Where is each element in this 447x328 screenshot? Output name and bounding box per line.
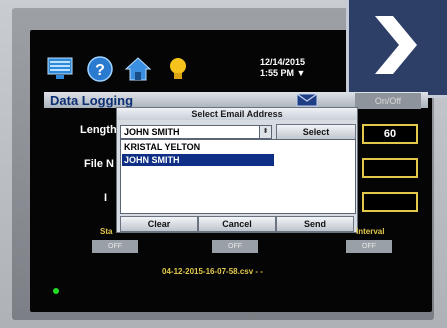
- select-button[interactable]: Select: [276, 124, 356, 140]
- start-toggle[interactable]: OFF: [92, 240, 138, 253]
- status-led: [53, 288, 59, 294]
- on-off-toggle[interactable]: On/Off: [355, 93, 421, 109]
- datetime-display: 12/14/2015 1:55 PM ▼: [260, 57, 305, 79]
- email-listbox[interactable]: KRISTAL YELTON JOHN SMITH: [120, 139, 356, 214]
- help-icon[interactable]: ?: [86, 55, 114, 83]
- send-button[interactable]: Send: [276, 216, 354, 232]
- page-title: Data Logging: [50, 93, 134, 108]
- svg-text:?: ?: [95, 62, 105, 79]
- length-input[interactable]: 60: [362, 124, 418, 144]
- lightbulb-icon[interactable]: [164, 55, 192, 83]
- interval-label: Interval: [356, 227, 385, 236]
- date-text: 12/14/2015: [260, 57, 306, 67]
- corner-badge[interactable]: [346, 0, 447, 98]
- current-filename: 04-12-2015-16-07-58.csv - -: [162, 267, 263, 276]
- time-text[interactable]: 1:55 PM ▼: [260, 68, 305, 79]
- file-name-input[interactable]: [362, 158, 418, 178]
- dialog-title: Select Email Address: [117, 108, 357, 120]
- clear-button[interactable]: Clear: [120, 216, 198, 232]
- list-item-john-smith[interactable]: JOHN SMITH: [122, 154, 274, 166]
- file-name-label: File N: [84, 158, 114, 170]
- home-icon[interactable]: [124, 55, 152, 83]
- combobox-value: JOHN SMITH: [124, 127, 180, 137]
- chevron-right-icon: [375, 16, 417, 74]
- interval-field-label: I: [104, 192, 108, 204]
- dialog-button-bar: Clear Cancel Send: [120, 216, 354, 232]
- interval-toggle[interactable]: OFF: [346, 240, 392, 253]
- chevron-down-icon[interactable]: ⬍: [259, 126, 271, 138]
- monitor-icon[interactable]: [46, 55, 74, 83]
- start-label: Sta: [100, 227, 113, 236]
- list-item-kristal-yelton[interactable]: KRISTAL YELTON: [122, 141, 274, 153]
- select-email-dialog: Select Email Address JOHN SMITH ⬍ Select…: [116, 107, 358, 233]
- interval-input[interactable]: [362, 192, 418, 212]
- email-combobox[interactable]: JOHN SMITH ⬍: [120, 125, 272, 139]
- cancel-button[interactable]: Cancel: [198, 216, 276, 232]
- email-icon[interactable]: [296, 93, 318, 107]
- middle-toggle[interactable]: OFF: [212, 240, 258, 253]
